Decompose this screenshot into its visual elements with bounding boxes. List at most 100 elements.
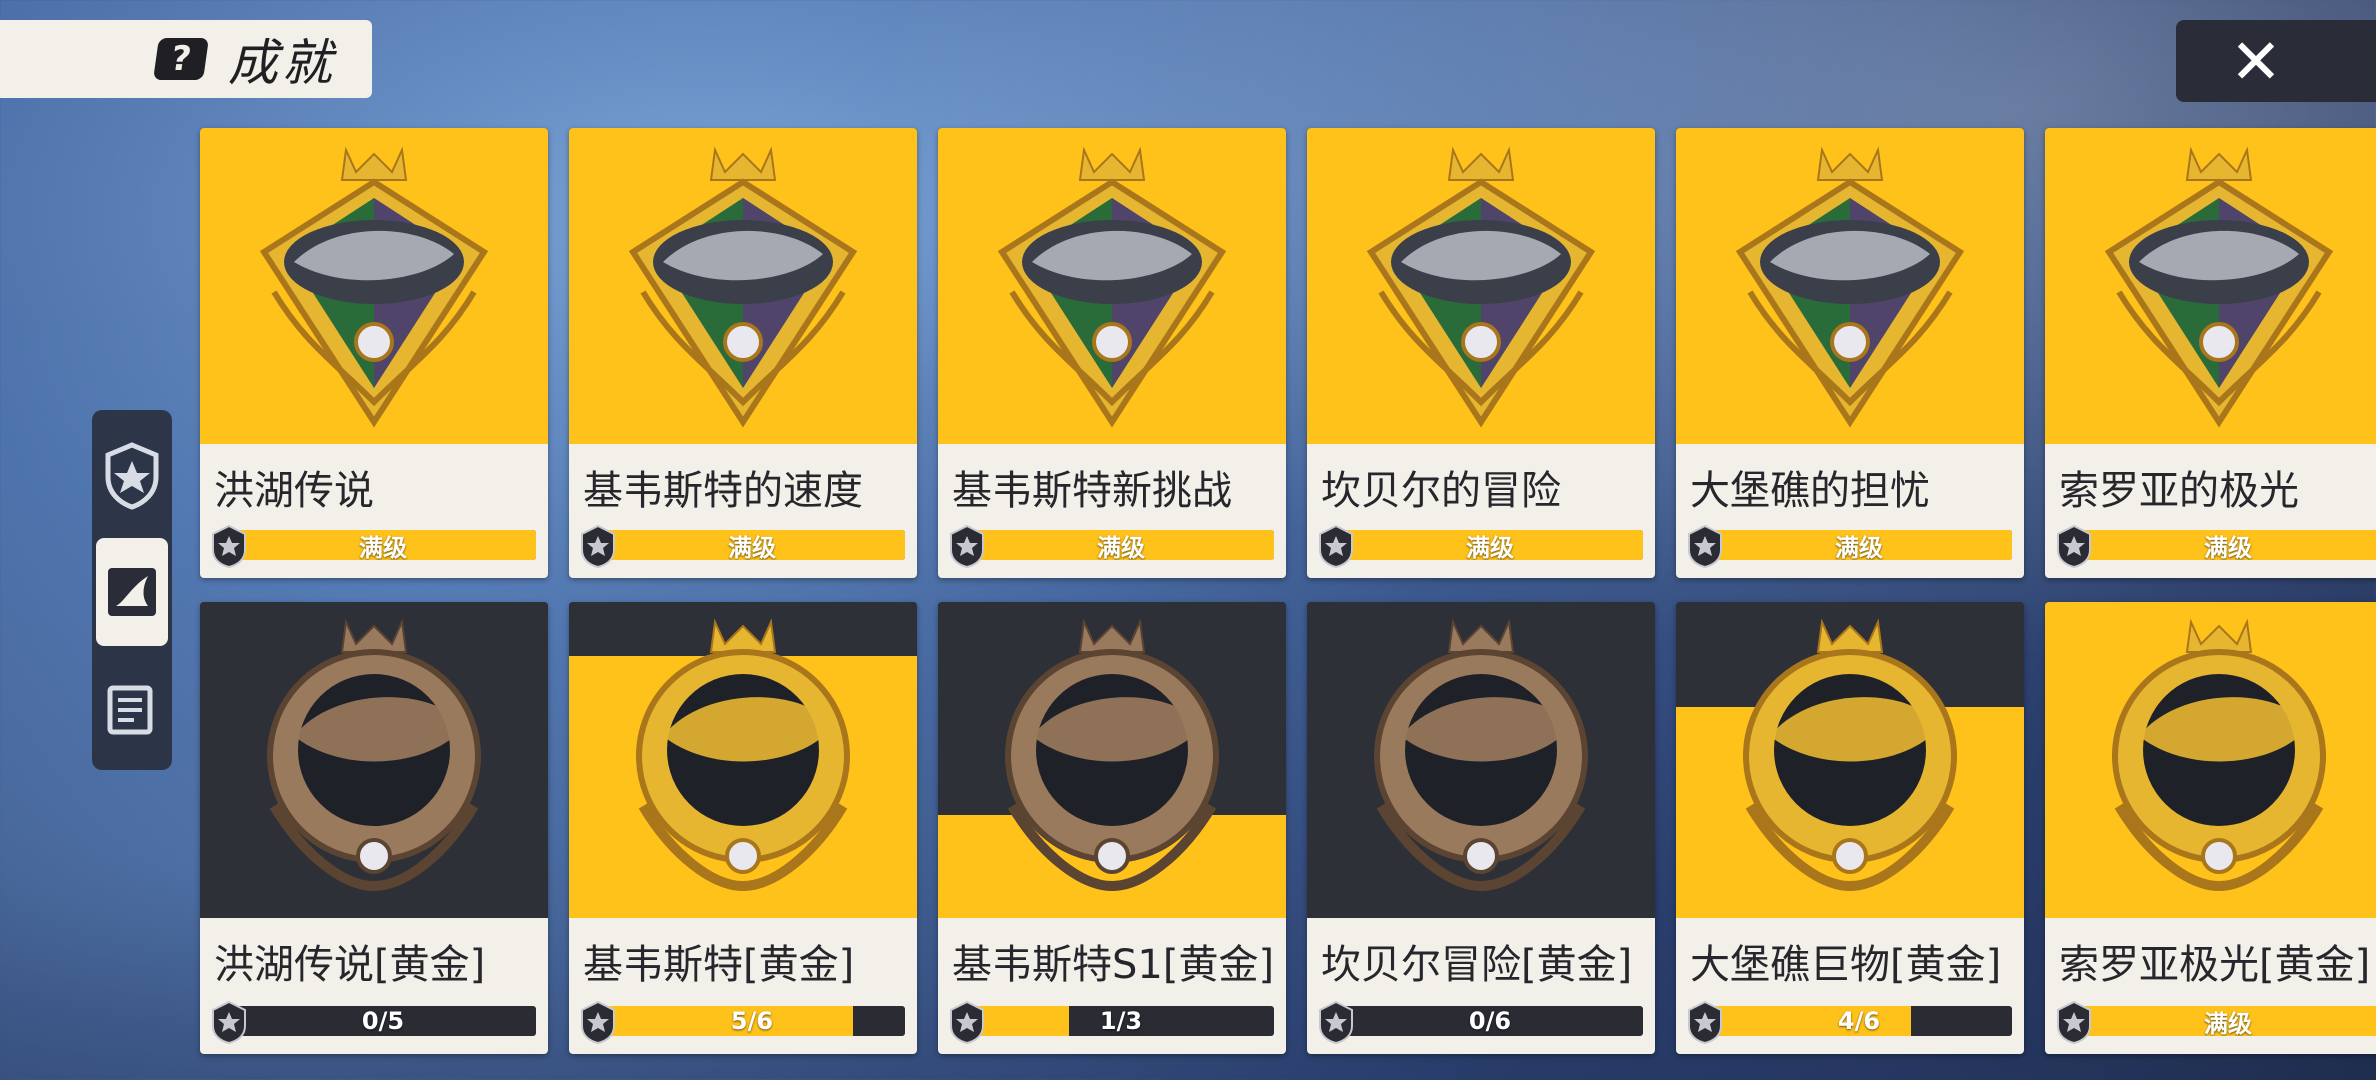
achievement-info: 索罗亚极光[黄金] 满级: [2045, 918, 2376, 1054]
star-badge-icon: [1319, 1000, 1353, 1044]
achievement-name: 索罗亚极光[黄金]: [2059, 942, 2371, 988]
achievement-name: 索罗亚的极光: [2059, 468, 2299, 514]
achievement-card[interactable]: 基韦斯特S1[黄金] 1/3: [938, 602, 1286, 1054]
achievement-progress-bar: 1/3: [968, 1006, 1274, 1036]
achievement-card[interactable]: 洪湖传说满级: [200, 128, 548, 578]
achievement-art: [1676, 128, 2024, 444]
achievement-name: 洪湖传说: [214, 468, 374, 514]
progress-label: 0/5: [361, 1007, 405, 1035]
achievement-card[interactable]: 大堡礁巨物[黄金] 4/6: [1676, 602, 2024, 1054]
round-medal-icon: [267, 618, 481, 892]
side-tab-notebook[interactable]: [96, 654, 168, 762]
achievement-info: 洪湖传说[黄金] 0/5: [200, 918, 548, 1054]
achievement-name: 基韦斯特的速度: [583, 468, 863, 514]
achievement-card[interactable]: 基韦斯特[黄金] 5/6: [569, 602, 917, 1054]
progress-label: 满级: [1466, 533, 1514, 561]
side-tab-shark[interactable]: [96, 538, 168, 646]
achievement-art: [2045, 128, 2376, 444]
progress-label: 5/6: [730, 1007, 774, 1035]
close-icon: ✕: [2230, 24, 2282, 98]
achievement-art: [200, 602, 548, 920]
achievement-progress-bar: 0/6: [1337, 1006, 1643, 1036]
achievement-progress-bar: 满级: [968, 530, 1274, 560]
star-badge-icon: [212, 1000, 246, 1044]
achievement-card[interactable]: 坎贝尔的冒险 满级: [1307, 128, 1655, 578]
achievement-card[interactable]: 索罗亚极光[黄金] 满级: [2045, 602, 2376, 1054]
diamond-medal-icon: [2104, 146, 2334, 428]
achievement-card[interactable]: 坎贝尔冒险[黄金] 0/6: [1307, 602, 1655, 1054]
side-nav: [92, 410, 172, 770]
achievement-info: 基韦斯特S1[黄金] 1/3: [938, 918, 1286, 1054]
achievement-art: [200, 128, 548, 444]
progress-label: 满级: [728, 533, 776, 561]
achievement-progress-bar: 5/6: [599, 1006, 905, 1036]
achievement-name: 坎贝尔冒险[黄金]: [1321, 942, 1633, 988]
achievement-name: 基韦斯特S1[黄金]: [952, 942, 1275, 988]
help-icon[interactable]: ?: [153, 38, 209, 80]
achievement-progress-bar: 4/6: [1706, 1006, 2012, 1036]
progress-label: 满级: [359, 533, 407, 561]
page-title: 成就: [228, 34, 336, 92]
round-medal-icon: [1374, 618, 1588, 892]
achievement-info: 坎贝尔冒险[黄金] 0/6: [1307, 918, 1655, 1054]
achievement-card[interactable]: 基韦斯特新挑战 满级: [938, 128, 1286, 578]
progress-label: 4/6: [1837, 1007, 1881, 1035]
close-button[interactable]: ✕: [2176, 20, 2376, 102]
progress-label: 0/6: [1468, 1007, 1512, 1035]
progress-label: 满级: [2204, 533, 2252, 561]
notebook-icon: [107, 685, 153, 735]
achievement-info: 大堡礁巨物[黄金] 4/6: [1676, 918, 2024, 1054]
star-badge-icon: [2057, 1000, 2091, 1044]
achievement-art: [938, 602, 1286, 920]
achievement-art: [938, 128, 1286, 444]
star-badge-icon: [2057, 524, 2091, 568]
achievement-art: [1676, 602, 2024, 920]
star-badge-icon: [950, 524, 984, 568]
achievement-progress-bar: 满级: [2075, 1006, 2376, 1036]
achievement-progress-bar: 0/5: [230, 1006, 536, 1036]
progress-label: 1/3: [1099, 1007, 1143, 1035]
star-badge-icon: [581, 524, 615, 568]
achievement-name: 大堡礁巨物[黄金]: [1690, 942, 2002, 988]
diamond-medal-icon: [628, 146, 858, 428]
diamond-medal-icon: [1735, 146, 1965, 428]
progress-label: 满级: [2204, 1009, 2252, 1037]
round-medal-icon: [636, 618, 850, 892]
achievement-info: 基韦斯特[黄金] 5/6: [569, 918, 917, 1054]
achievement-progress-bar: 满级: [230, 530, 536, 560]
achievement-info: 基韦斯特新挑战 满级: [938, 444, 1286, 578]
achievement-art: [569, 602, 917, 920]
achievement-progress-bar: 满级: [1706, 530, 2012, 560]
diamond-medal-icon: [259, 146, 489, 428]
achievement-art: [2045, 602, 2376, 920]
star-badge-icon: [1688, 1000, 1722, 1044]
achievement-card[interactable]: 大堡礁的担忧满级: [1676, 128, 2024, 578]
achievement-card[interactable]: 索罗亚的极光满级: [2045, 128, 2376, 578]
achievement-card[interactable]: 基韦斯特的速度满级: [569, 128, 917, 578]
shark-fin-icon: [108, 568, 156, 616]
achievement-name: 大堡礁的担忧: [1690, 468, 1930, 514]
achievement-progress-bar: 满级: [599, 530, 905, 560]
star-badge-icon: [1688, 524, 1722, 568]
diamond-medal-icon: [1366, 146, 1596, 428]
star-badge-icon: [212, 524, 246, 568]
achievement-progress-bar: 满级: [2075, 530, 2376, 560]
achievement-name: 基韦斯特[黄金]: [583, 942, 855, 988]
achievement-name: 洪湖传说[黄金]: [214, 942, 486, 988]
side-tab-star-shield[interactable]: [96, 422, 168, 530]
achievement-info: 洪湖传说满级: [200, 444, 548, 578]
achievement-art: [1307, 128, 1655, 444]
round-medal-icon: [1005, 618, 1219, 892]
achievement-art: [1307, 602, 1655, 920]
round-medal-icon: [1743, 618, 1957, 892]
progress-label: 满级: [1097, 533, 1145, 561]
diamond-medal-icon: [997, 146, 1227, 428]
achievement-card[interactable]: 洪湖传说[黄金] 0/5: [200, 602, 548, 1054]
achievement-art: [569, 128, 917, 444]
round-medal-icon: [2112, 618, 2326, 892]
achievement-progress-bar: 满级: [1337, 530, 1643, 560]
achievement-info: 坎贝尔的冒险 满级: [1307, 444, 1655, 578]
star-shield-icon: [105, 442, 159, 510]
achievement-info: 大堡礁的担忧满级: [1676, 444, 2024, 578]
achievement-info: 索罗亚的极光满级: [2045, 444, 2376, 578]
